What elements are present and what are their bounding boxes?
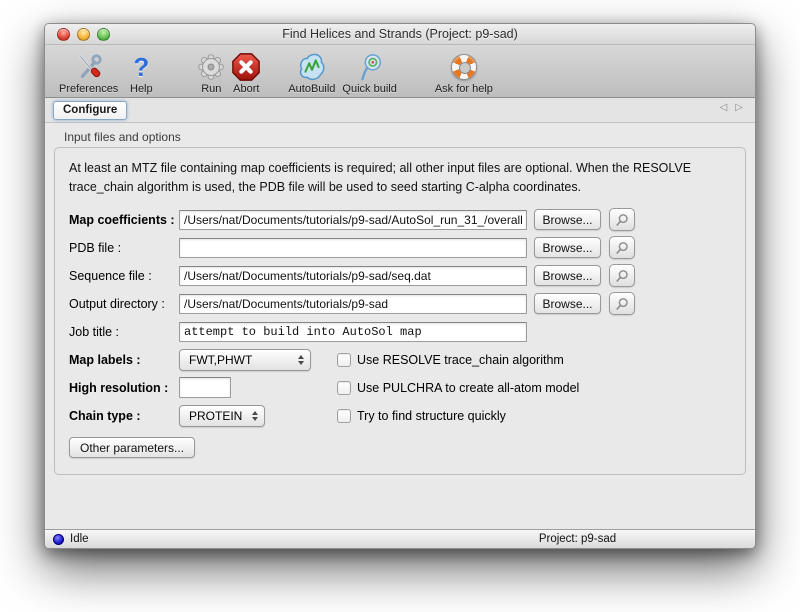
find-quickly-checkbox[interactable]: [337, 409, 351, 423]
view-file-button[interactable]: [609, 208, 635, 231]
tab-scroll-right-icon[interactable]: ▷: [735, 102, 743, 113]
toolbar-item-quickbuild[interactable]: Quick build: [342, 51, 396, 95]
toolbar-item-autobuild[interactable]: AutoBuild: [288, 51, 335, 95]
toolbar-label: Preferences: [59, 83, 118, 95]
use-pulchra-checkbox[interactable]: [337, 381, 351, 395]
field-label: Map labels :: [69, 353, 179, 367]
checkbox-label: Use RESOLVE trace_chain algorithm: [357, 353, 564, 367]
magnifier-icon: [615, 269, 629, 283]
chain-type-select[interactable]: PROTEIN: [179, 405, 265, 427]
status-text: Idle: [70, 533, 89, 545]
checkbox-label: Use PULCHRA to create all-atom model: [357, 381, 579, 395]
field-label: PDB file :: [69, 241, 179, 255]
toolbar-label: Quick build: [342, 83, 396, 95]
form-row-job-title: Job title :: [69, 318, 733, 346]
toolbar-label: Help: [130, 83, 153, 95]
input-files-groupbox: At least an MTZ file containing map coef…: [54, 147, 746, 475]
checkbox-label: Try to find structure quickly: [357, 409, 506, 423]
resolve-checkbox-row: Use RESOLVE trace_chain algorithm: [337, 353, 564, 367]
form-row-map-coefficients: Map coefficients : Browse...: [69, 206, 733, 234]
popup-arrows-icon: [252, 411, 258, 421]
field-label: Map coefficients :: [69, 213, 179, 227]
use-resolve-checkbox[interactable]: [337, 353, 351, 367]
pdb-file-input[interactable]: [179, 238, 527, 258]
tab-scroll-arrows: ◁ ▷: [720, 102, 743, 113]
form-row-pdb-file: PDB file : Browse...: [69, 234, 733, 262]
field-label: Chain type :: [69, 409, 179, 423]
tools-icon: [73, 51, 105, 83]
project-text: Project: p9-sad: [539, 533, 616, 545]
form-row-output-directory: Output directory : Browse...: [69, 290, 733, 318]
selected-value: PROTEIN: [189, 409, 244, 423]
stop-x-icon: [230, 51, 262, 83]
gear-icon: [195, 51, 227, 83]
section-title: Input files and options: [64, 130, 755, 144]
toolbar: Preferences ? Help: [45, 45, 755, 98]
field-label: Output directory :: [69, 297, 179, 311]
desktop-background: Find Helices and Strands (Project: p9-sa…: [0, 0, 800, 612]
toolbar-item-abort[interactable]: Abort: [230, 51, 262, 95]
status-led-icon: [53, 534, 64, 545]
toolbar-item-run[interactable]: Run: [195, 51, 227, 95]
map-labels-select[interactable]: FWT,PHWT: [179, 349, 311, 371]
popup-arrows-icon: [298, 355, 304, 365]
browse-button[interactable]: Browse...: [534, 237, 601, 258]
toolbar-item-preferences[interactable]: Preferences: [59, 51, 118, 95]
form-row-high-resolution: High resolution : Use PULCHRA to create …: [69, 374, 733, 402]
map-coefficients-input[interactable]: [179, 210, 527, 230]
view-file-button[interactable]: [609, 264, 635, 287]
title-bar: Find Helices and Strands (Project: p9-sa…: [45, 24, 755, 45]
form-row-other-parameters: Other parameters...: [69, 434, 733, 462]
toolbar-item-help[interactable]: ? Help: [125, 51, 157, 95]
lifesaver-icon: [448, 51, 480, 83]
status-left-field: Idle: [45, 533, 400, 545]
app-window: Find Helices and Strands (Project: p9-sa…: [44, 23, 756, 549]
form-row-sequence-file: Sequence file : Browse...: [69, 262, 733, 290]
output-directory-input[interactable]: [179, 294, 527, 314]
form-row-map-labels: Map labels : FWT,PHWT Use RESOLVE trace_…: [69, 346, 733, 374]
form-row-chain-type: Chain type : PROTEIN Try to find structu…: [69, 402, 733, 430]
browse-button[interactable]: Browse...: [534, 265, 601, 286]
browse-button[interactable]: Browse...: [534, 293, 601, 314]
tab-bar: Configure ◁ ▷: [45, 98, 755, 123]
magnifier-icon: [615, 213, 629, 227]
toolbar-label: Abort: [233, 83, 259, 95]
quick-checkbox-row: Try to find structure quickly: [337, 409, 506, 423]
pulchra-checkbox-row: Use PULCHRA to create all-atom model: [337, 381, 579, 395]
job-title-input[interactable]: [179, 322, 527, 342]
density-model-icon: [296, 51, 328, 83]
status-project-field: Project: p9-sad: [400, 533, 755, 545]
view-file-button[interactable]: [609, 236, 635, 259]
window-title: Find Helices and Strands (Project: p9-sa…: [45, 27, 755, 41]
status-bar: Idle Project: p9-sad: [45, 529, 755, 548]
tab-configure[interactable]: Configure: [53, 101, 127, 120]
toolbar-label: AutoBuild: [288, 83, 335, 95]
selected-value: FWT,PHWT: [189, 353, 290, 367]
view-file-button[interactable]: [609, 292, 635, 315]
field-label: Job title :: [69, 325, 179, 339]
browse-button[interactable]: Browse...: [534, 209, 601, 230]
field-label: High resolution :: [69, 381, 179, 395]
description-text: At least an MTZ file containing map coef…: [69, 159, 745, 197]
magnifier-icon: [615, 297, 629, 311]
sequence-file-input[interactable]: [179, 266, 527, 286]
field-label: Sequence file :: [69, 269, 179, 283]
toolbar-item-ask-for-help[interactable]: Ask for help: [435, 51, 493, 95]
molecule-gear-icon: [354, 51, 386, 83]
magnifier-icon: [615, 241, 629, 255]
high-resolution-input[interactable]: [179, 377, 231, 398]
tab-scroll-left-icon[interactable]: ◁: [720, 102, 728, 113]
configure-panel: Input files and options At least an MTZ …: [45, 123, 755, 529]
toolbar-label: Ask for help: [435, 83, 493, 95]
toolbar-label: Run: [201, 83, 221, 95]
question-icon: ?: [125, 51, 157, 83]
other-parameters-button[interactable]: Other parameters...: [69, 437, 195, 458]
